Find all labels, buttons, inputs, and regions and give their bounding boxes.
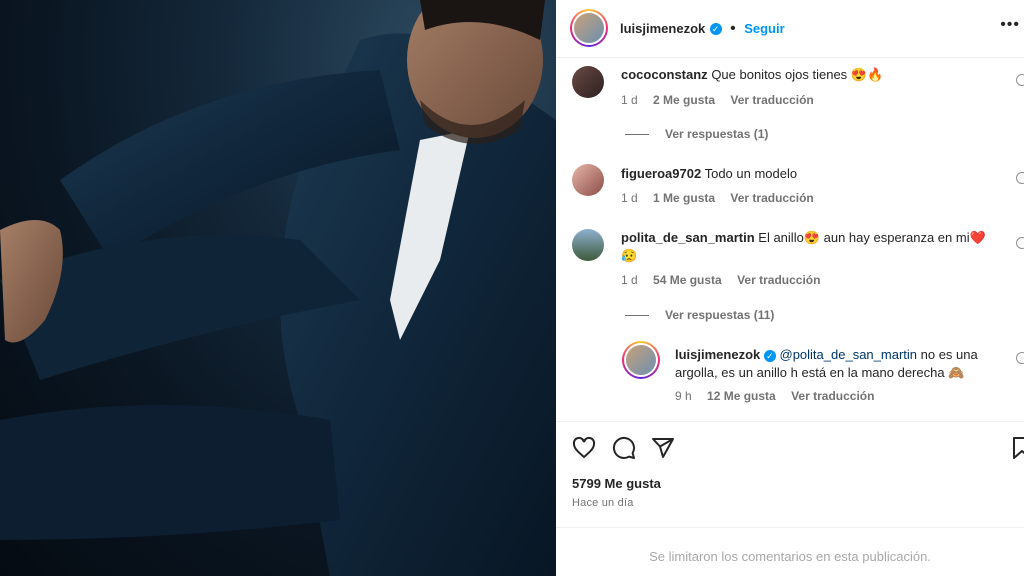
comment-like-icon[interactable] <box>1016 172 1024 184</box>
comment-likes[interactable]: 1 Me gusta <box>653 191 715 205</box>
comment-icon[interactable] <box>612 436 636 460</box>
view-replies-button[interactable]: Ver respuestas (1) <box>625 127 768 141</box>
heart-icon[interactable] <box>572 436 596 460</box>
post-photo[interactable] <box>0 0 556 576</box>
comment-body: figueroa9702 Todo un modelo <box>621 165 1001 183</box>
comments-limited-notice: Se limitaron los comentarios en esta pub… <box>556 527 1024 576</box>
reply-text: no es una <box>917 347 978 362</box>
verified-icon: ✓ <box>763 349 776 362</box>
author-username[interactable]: luisjimenezok <box>620 21 705 36</box>
comment-time[interactable]: 1 d <box>621 191 638 205</box>
reply-body: luisjimenezok ✓ @polita_de_san_martin no… <box>675 346 995 382</box>
translate-link[interactable]: Ver traducción <box>730 191 813 205</box>
comment-like-icon[interactable] <box>1016 74 1024 86</box>
commenter-avatar[interactable] <box>572 66 604 98</box>
author-line: luisjimenezok ✓ • Seguir <box>620 20 785 38</box>
comment-text: Que bonitos ojos tienes 😍🔥 <box>711 67 884 82</box>
likes-count[interactable]: 5799 Me gusta <box>572 476 661 491</box>
comment-likes[interactable]: 2 Me gusta <box>653 93 715 107</box>
commenter-avatar[interactable] <box>572 164 604 196</box>
post-date[interactable]: Hace un día <box>572 497 634 509</box>
reply-time[interactable]: 9 h <box>675 389 692 403</box>
view-replies-label: Ver respuestas (1) <box>665 127 769 141</box>
comment-time[interactable]: 1 d <box>621 93 638 107</box>
translate-link[interactable]: Ver traducción <box>791 389 874 403</box>
commenter-avatar[interactable] <box>572 229 604 261</box>
more-icon[interactable]: ••• <box>1000 16 1020 34</box>
reply-text-continued: argolla, es un anillo h está en la mano … <box>675 365 965 380</box>
view-replies-label: Ver respuestas (11) <box>665 308 775 322</box>
translate-link[interactable]: Ver traducción <box>737 273 820 287</box>
reply-meta: 9 h 12 Me gusta Ver traducción <box>675 389 886 403</box>
comment-body: polita_de_san_martin El anillo😍 aun hay … <box>621 229 1001 265</box>
follow-button[interactable]: Seguir <box>744 21 784 36</box>
author-avatar[interactable] <box>570 9 608 47</box>
reply-mention[interactable]: @polita_de_san_martin <box>780 347 918 362</box>
comment-text: Todo un modelo <box>704 166 798 181</box>
share-icon[interactable] <box>651 436 675 460</box>
comment-meta: 1 d 54 Me gusta Ver traducción <box>621 273 832 287</box>
comment-body: cococonstanz Que bonitos ojos tienes 😍🔥 <box>621 66 1001 84</box>
photo-illustration <box>0 0 556 576</box>
comment-meta: 1 d 1 Me gusta Ver traducción <box>621 191 826 205</box>
reply-likes[interactable]: 12 Me gusta <box>707 389 776 403</box>
translate-link[interactable]: Ver traducción <box>730 93 813 107</box>
bookmark-icon[interactable] <box>1010 436 1024 460</box>
comment-time[interactable]: 1 d <box>621 273 638 287</box>
view-replies-button[interactable]: Ver respuestas (11) <box>625 308 774 322</box>
verified-icon: ✓ <box>709 22 722 35</box>
post-sidebar: luisjimenezok ✓ • Seguir ••• cococonstan… <box>556 0 1024 576</box>
comment-text-continued: 😥 <box>621 248 638 263</box>
comment-username[interactable]: cococonstanz <box>621 67 708 82</box>
comment-username[interactable]: figueroa9702 <box>621 166 701 181</box>
comment-meta: 1 d 2 Me gusta Ver traducción <box>621 93 826 107</box>
comment-text: El anillo😍 aun hay esperanza en mi❤️ <box>758 230 986 245</box>
reply-avatar[interactable] <box>622 341 660 379</box>
post-header: luisjimenezok ✓ • Seguir ••• <box>556 0 1024 58</box>
reply-like-icon[interactable] <box>1016 352 1024 364</box>
comment-username[interactable]: polita_de_san_martin <box>621 230 755 245</box>
separator-dot: • <box>730 20 736 37</box>
reply-username[interactable]: luisjimenezok <box>675 347 760 362</box>
comment-like-icon[interactable] <box>1016 237 1024 249</box>
comment-likes[interactable]: 54 Me gusta <box>653 273 722 287</box>
